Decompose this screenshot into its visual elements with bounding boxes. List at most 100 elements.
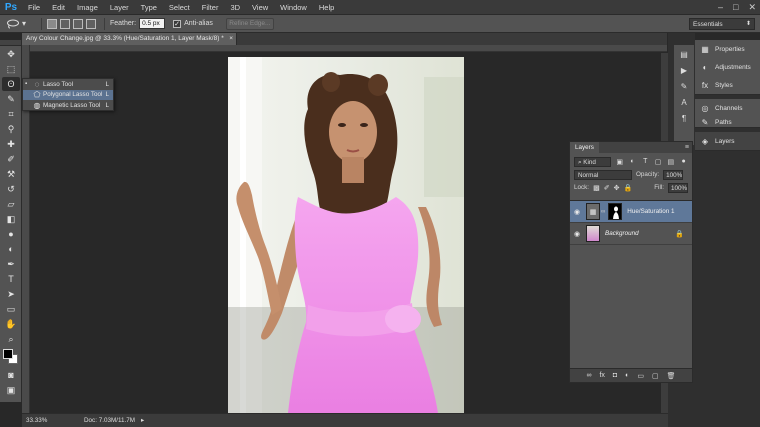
filter-smart-object-icon[interactable]: ▤: [666, 158, 675, 166]
zoom-level[interactable]: 33.33%: [22, 417, 50, 424]
hand-tool-icon[interactable]: ✋: [2, 317, 20, 331]
lasso-tool-icon[interactable]: ʘ: [2, 77, 20, 91]
shape-tool-icon[interactable]: ▭: [2, 302, 20, 316]
link-icon[interactable]: ∞: [601, 209, 605, 215]
history-brush-tool-icon[interactable]: ↺: [2, 182, 20, 196]
actions-icon[interactable]: ▶: [676, 64, 692, 77]
lock-image-icon[interactable]: ✐: [604, 184, 610, 192]
filter-pixel-icon[interactable]: ▣: [615, 158, 624, 166]
layer-row-hue-saturation[interactable]: ◉ ▦ ∞ Hue/Saturation 1: [570, 201, 692, 223]
fill-input[interactable]: 100%: [668, 182, 688, 193]
ruler-horizontal[interactable]: [30, 45, 667, 52]
filter-shape-icon[interactable]: ▢: [654, 158, 663, 166]
zoom-tool-icon[interactable]: ⌕: [2, 332, 20, 346]
new-selection-button[interactable]: [47, 18, 57, 29]
move-tool-icon[interactable]: ✥: [2, 47, 20, 61]
panel-adjustments[interactable]: ◐ Adjustments: [695, 58, 760, 76]
lock-position-icon[interactable]: ✥: [614, 184, 620, 192]
character-icon[interactable]: A: [676, 96, 692, 109]
brush-presets-icon[interactable]: ✎: [676, 80, 692, 93]
opacity-input[interactable]: 100%: [663, 169, 684, 180]
add-mask-icon[interactable]: ◘: [613, 372, 617, 379]
menu-file[interactable]: File: [22, 0, 46, 15]
quick-selection-tool-icon[interactable]: ✎: [2, 92, 20, 106]
new-adjustment-icon[interactable]: ◐: [625, 372, 629, 379]
panel-label: Adjustments: [715, 63, 751, 71]
path-selection-tool-icon[interactable]: ➤: [2, 287, 20, 301]
menu-3d[interactable]: 3D: [224, 0, 246, 15]
antialias-checkbox[interactable]: ✓: [173, 19, 182, 28]
eye-icon[interactable]: ◉: [570, 230, 584, 238]
marquee-tool-icon[interactable]: ⬚: [2, 62, 20, 76]
healing-brush-tool-icon[interactable]: ✚: [2, 137, 20, 151]
quick-mask-icon[interactable]: ◙: [2, 368, 20, 382]
history-icon[interactable]: ▤: [676, 48, 692, 61]
menu-edit[interactable]: Edit: [46, 0, 71, 15]
layer-row-background[interactable]: ◉ Background 🔒: [570, 223, 692, 245]
eye-icon[interactable]: ◉: [570, 208, 584, 216]
panel-styles[interactable]: fx Styles: [695, 76, 760, 94]
filter-adjustment-icon[interactable]: ◐: [628, 158, 637, 165]
new-layer-icon[interactable]: ▢: [652, 372, 659, 380]
link-layers-icon[interactable]: ∞: [586, 372, 591, 379]
brush-tool-icon[interactable]: ✐: [2, 152, 20, 166]
menu-filter[interactable]: Filter: [196, 0, 225, 15]
menu-layer[interactable]: Layer: [104, 0, 135, 15]
lock-all-icon[interactable]: 🔒: [623, 184, 632, 192]
menu-view[interactable]: View: [246, 0, 274, 15]
filter-kind-select[interactable]: ⌕ Kind: [574, 156, 612, 167]
panel-grip[interactable]: [0, 40, 21, 46]
trash-icon[interactable]: 🗑: [667, 372, 676, 380]
document-image[interactable]: [228, 57, 464, 413]
blend-mode-select[interactable]: Normal: [574, 169, 632, 180]
refine-edge-button[interactable]: Refine Edge...: [225, 17, 274, 30]
fx-icon[interactable]: fx: [599, 372, 604, 379]
crop-tool-icon[interactable]: ⌗: [2, 107, 20, 121]
menu-type[interactable]: Type: [135, 0, 163, 15]
panel-channels[interactable]: ◎ Channels: [695, 99, 760, 117]
lock-transparent-icon[interactable]: ▩: [593, 184, 600, 192]
menu-image[interactable]: Image: [71, 0, 104, 15]
eyedropper-tool-icon[interactable]: ⚲: [2, 122, 20, 136]
tool-preset-picker[interactable]: ▾: [6, 17, 36, 31]
eraser-tool-icon[interactable]: ▱: [2, 197, 20, 211]
filter-type-icon[interactable]: T: [641, 158, 650, 165]
subtract-from-selection-button[interactable]: [73, 18, 83, 29]
document-tab[interactable]: Any Colour Change.jpg @ 33.3% (Hue/Satur…: [22, 33, 237, 45]
dodge-tool-icon[interactable]: ◐: [2, 242, 20, 256]
tab-layers[interactable]: Layers: [570, 142, 599, 153]
restore-button[interactable]: □: [733, 0, 738, 15]
feather-input[interactable]: 0.5 px: [139, 18, 166, 29]
chevron-right-icon[interactable]: ▸: [141, 417, 144, 424]
menu-window[interactable]: Window: [274, 0, 313, 15]
filter-toggle-icon[interactable]: ●: [679, 158, 688, 165]
menu-help[interactable]: Help: [313, 0, 340, 15]
flyout-item-lasso[interactable]: ▪ ◌ Lasso Tool L: [23, 79, 113, 90]
pen-tool-icon[interactable]: ✒: [2, 257, 20, 271]
close-window-button[interactable]: ✕: [748, 0, 756, 15]
portrait-image: [228, 57, 464, 413]
type-tool-icon[interactable]: T: [2, 272, 20, 286]
layer-mask-thumbnail[interactable]: [608, 203, 623, 220]
menu-select[interactable]: Select: [163, 0, 196, 15]
panel-paths[interactable]: ✎ Paths: [695, 117, 760, 127]
color-swatches[interactable]: [2, 348, 19, 366]
add-to-selection-button[interactable]: [60, 18, 70, 29]
gradient-tool-icon[interactable]: ◧: [2, 212, 20, 226]
flyout-item-polygonal-lasso[interactable]: ⬠ Polygonal Lasso Tool L: [23, 89, 113, 100]
workspace-select[interactable]: Essentials ⬍: [689, 18, 755, 30]
screen-mode-icon[interactable]: ▣: [2, 383, 20, 397]
foreground-color-swatch[interactable]: [3, 349, 13, 359]
paragraph-icon[interactable]: ¶: [676, 112, 692, 125]
panel-properties[interactable]: ▦ Properties: [695, 40, 760, 58]
blur-tool-icon[interactable]: ●: [2, 227, 20, 241]
clone-stamp-tool-icon[interactable]: ⚒: [2, 167, 20, 181]
minimize-button[interactable]: –: [718, 0, 723, 15]
new-group-icon[interactable]: ▭: [637, 372, 644, 380]
intersect-selection-button[interactable]: [86, 18, 96, 29]
panel-layers[interactable]: ◈ Layers: [695, 132, 760, 150]
close-icon[interactable]: ×: [229, 33, 233, 45]
chevron-down-icon: ▾: [22, 19, 27, 28]
flyout-item-magnetic-lasso[interactable]: ◍ Magnetic Lasso Tool L: [23, 100, 113, 111]
panel-menu-icon[interactable]: ≡: [685, 144, 689, 151]
